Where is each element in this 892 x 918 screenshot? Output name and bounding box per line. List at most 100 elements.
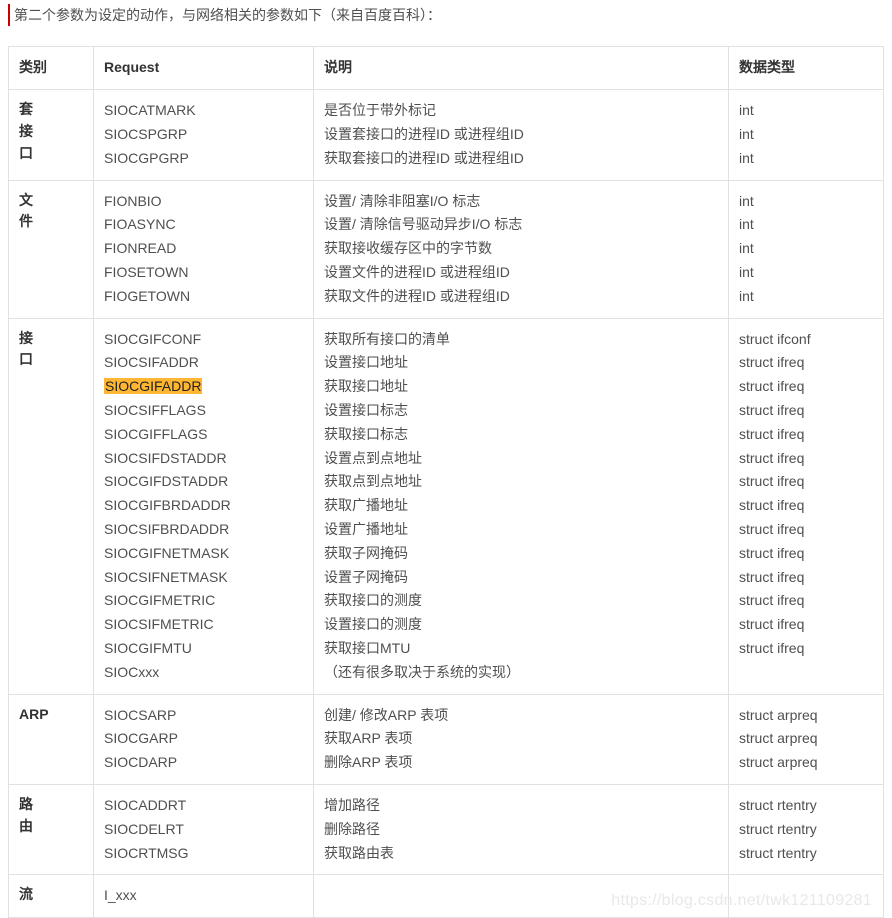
cell-category: 路由 [9,784,94,874]
request-value: SIOCGPGRP [104,147,303,171]
description-value: 获取接口MTU [324,637,718,661]
type-value: int [739,237,873,261]
type-value: struct ifreq [739,399,873,423]
cell-type: struct rtentrystruct rtentrystruct rtent… [729,784,884,874]
description-value: 删除ARP 表项 [324,751,718,775]
description-value: 创建/ 修改ARP 表项 [324,704,718,728]
description-value: 设置/ 清除非阻塞I/O 标志 [324,190,718,214]
table-row: 接口 SIOCGIFCONFSIOCSIFADDR SIOCGIFADDR SIOCS… [9,318,884,694]
type-value: int [739,285,873,309]
request-value: SIOCSIFBRDADDR [104,518,303,542]
header-request: Request [94,47,314,90]
description-value: 获取所有接口的清单 [324,328,718,352]
type-value: int [739,190,873,214]
request-value: SIOCSIFADDR [104,351,303,375]
request-value: FIONREAD [104,237,303,261]
type-value: int [739,123,873,147]
type-value: struct ifreq [739,518,873,542]
description-value: 获取套接口的进程ID 或进程组ID [324,147,718,171]
cell-description: 设置/ 清除非阻塞I/O 标志设置/ 清除信号驱动异步I/O 标志获取接收缓存区… [314,180,729,318]
type-value: struct arpreq [739,727,873,751]
description-value: 设置点到点地址 [324,447,718,471]
table-row: 路由SIOCADDRTSIOCDELRTSIOCRTMSG增加路径删除路径获取路… [9,784,884,874]
cell-type: struct ifconfstruct ifreqstruct ifreqstr… [729,318,884,694]
type-value: struct ifreq [739,542,873,566]
type-value: int [739,99,873,123]
table-row: 文件FIONBIOFIOASYNCFIONREADFIOSETOWNFIOGET… [9,180,884,318]
request-value: SIOCGIFCONF [104,328,303,352]
type-value: struct ifconf [739,328,873,352]
description-value: 获取文件的进程ID 或进程组ID [324,285,718,309]
table-row: ARPSIOCSARPSIOCGARPSIOCDARP创建/ 修改ARP 表项获… [9,694,884,784]
type-value: int [739,261,873,285]
request-value: SIOCSIFFLAGS [104,399,303,423]
type-value: struct ifreq [739,589,873,613]
request-value: SIOCGIFADDR [104,375,303,399]
cell-category: 套接口 [9,90,94,180]
cell-description [314,875,729,918]
description-value: 设置文件的进程ID 或进程组ID [324,261,718,285]
request-value: SIOCSIFNETMASK [104,566,303,590]
description-value: 是否位于带外标记 [324,99,718,123]
description-value: 获取广播地址 [324,494,718,518]
description-value: 设置套接口的进程ID 或进程组ID [324,123,718,147]
description-value: 删除路径 [324,818,718,842]
cell-request: SIOCATMARKSIOCSPGRPSIOCGPGRP [94,90,314,180]
request-value: SIOCSARP [104,704,303,728]
cell-type: struct arpreqstruct arpreqstruct arpreq [729,694,884,784]
description-value: 获取接口的测度 [324,589,718,613]
request-value: SIOCGIFBRDADDR [104,494,303,518]
description-value: （还有很多取决于系统的实现） [324,661,718,685]
cell-category: 文件 [9,180,94,318]
header-category: 类别 [9,47,94,90]
request-value: SIOCGIFMETRIC [104,589,303,613]
cell-category: 接口 [9,318,94,694]
cell-type: intintint [729,90,884,180]
cell-request: SIOCADDRTSIOCDELRTSIOCRTMSG [94,784,314,874]
header-desc: 说明 [314,47,729,90]
description-value: 设置/ 清除信号驱动异步I/O 标志 [324,213,718,237]
type-value: struct ifreq [739,494,873,518]
cell-request: SIOCGIFCONFSIOCSIFADDR SIOCGIFADDR SIOCSIF… [94,318,314,694]
request-value: SIOCSPGRP [104,123,303,147]
cell-category: ARP [9,694,94,784]
type-value: struct ifreq [739,447,873,471]
cell-request: I_xxx [94,875,314,918]
request-value: SIOCADDRT [104,794,303,818]
type-value [739,884,873,908]
cell-type [729,875,884,918]
table-header-row: 类别 Request 说明 数据类型 [9,47,884,90]
table-row: 流I_xxx [9,875,884,918]
description-value: 获取接口地址 [324,375,718,399]
description-value: 增加路径 [324,794,718,818]
cell-description: 获取所有接口的清单设置接口地址获取接口地址设置接口标志获取接口标志设置点到点地址… [314,318,729,694]
description-value: 获取接收缓存区中的字节数 [324,237,718,261]
request-value: I_xxx [104,884,303,908]
request-value: SIOCSIFDSTADDR [104,447,303,471]
description-value: 设置接口地址 [324,351,718,375]
description-value: 设置接口的测度 [324,613,718,637]
type-value: struct arpreq [739,704,873,728]
type-value [739,661,873,685]
description-value: 设置子网掩码 [324,566,718,590]
cell-description: 增加路径删除路径获取路由表 [314,784,729,874]
request-value: SIOCDELRT [104,818,303,842]
type-value: struct rtentry [739,842,873,866]
request-value: SIOCSIFMETRIC [104,613,303,637]
request-value: SIOCGIFNETMASK [104,542,303,566]
request-value: SIOCATMARK [104,99,303,123]
intro-paragraph: 第二个参数为设定的动作，与网络相关的参数如下（来自百度百科）： [8,4,884,26]
request-value: SIOCGIFDSTADDR [104,470,303,494]
cell-request: SIOCSARPSIOCGARPSIOCDARP [94,694,314,784]
type-value: struct rtentry [739,818,873,842]
cell-description: 是否位于带外标记设置套接口的进程ID 或进程组ID获取套接口的进程ID 或进程组… [314,90,729,180]
type-value: struct ifreq [739,351,873,375]
request-value: SIOCGARP [104,727,303,751]
request-value: SIOCDARP [104,751,303,775]
type-value: int [739,213,873,237]
type-value: struct arpreq [739,751,873,775]
description-value: 获取接口标志 [324,423,718,447]
type-value: struct ifreq [739,375,873,399]
type-value: struct ifreq [739,423,873,447]
highlighted-request: SIOCGIFADDR [104,378,202,394]
